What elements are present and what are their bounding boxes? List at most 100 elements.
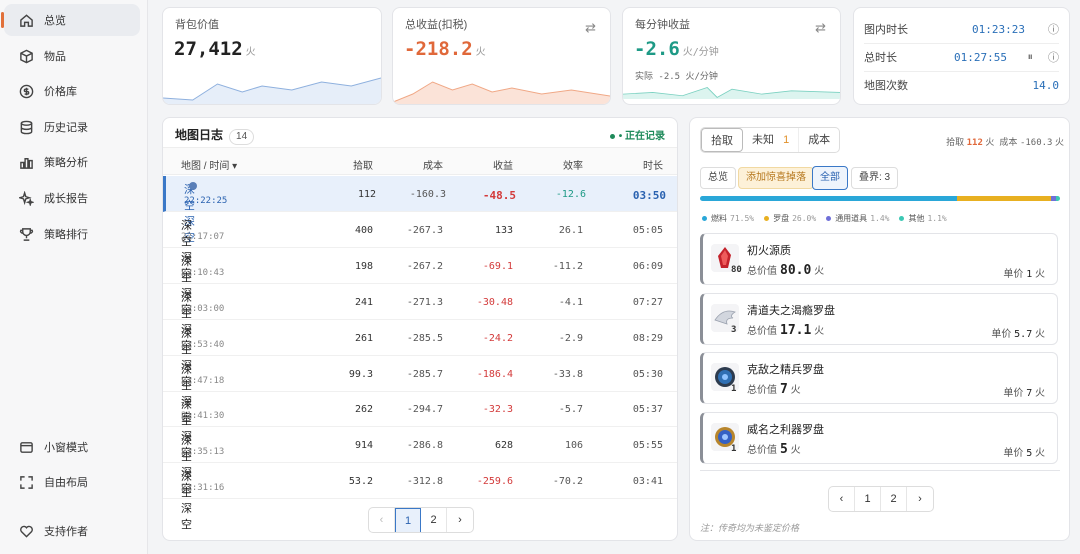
total-duration-row: 总时长 01:27:55 ⏸ ⓘ <box>864 44 1059 70</box>
cost-value: -286.8 <box>406 440 443 452</box>
dollar-icon <box>18 83 34 99</box>
pick-value: 53.2 <box>348 476 373 488</box>
page-1-button[interactable]: 1 <box>395 508 421 532</box>
pause-icon[interactable]: ⏸ <box>1007 51 1034 64</box>
item-name: 威名之利器罗盘 <box>747 423 824 436</box>
table-row[interactable]: 深空 深空 21:41:30 262 -294.7 -32.3 -5.7 05:37 <box>163 391 677 459</box>
drop-item-card[interactable]: 3 清道夫之渴瘾罗盘 总价值 17.1 火 单价 5.7 火 <box>700 292 1058 345</box>
item-unit-price: 单价 5 火 <box>1003 447 1045 459</box>
sidebar-item-mini-window[interactable]: 小窗模式 <box>4 431 140 463</box>
pick-value: 198 <box>354 260 373 272</box>
per-minute-card: 每分钟收益 ⇄ -2.6 火/分钟 实际 -2.5 火/分钟 <box>622 7 841 105</box>
bag-value-card: 背包价值 27,412 火 <box>162 7 382 105</box>
sparkle-icon <box>18 190 34 206</box>
filter-overview[interactable]: 总览 <box>700 167 736 189</box>
table-row[interactable]: 深空 深空 21:35:13 914 -286.8 628 106 05:55 <box>163 427 677 495</box>
next-page-button[interactable]: › <box>907 487 933 511</box>
current-map-icon <box>189 182 197 190</box>
drop-item-card[interactable]: 80 初火源质 总价值 80.0 火 单价 1 火 <box>700 233 1058 285</box>
swap-icon[interactable]: ⇄ <box>585 20 596 36</box>
map-time: 22:17:07 <box>181 231 225 242</box>
tab-cost[interactable]: 成本 <box>799 128 839 152</box>
drops-tabs: 拾取 未知 1 成本 <box>700 127 841 153</box>
info-icon[interactable]: ⓘ <box>1025 21 1059 37</box>
map-time: 21:31:16 <box>181 483 225 494</box>
sidebar-item-free-layout[interactable]: 自由布局 <box>4 466 140 498</box>
sidebar-item-label: 策略排行 <box>44 229 88 241</box>
cost-value: -267.3 <box>406 224 443 236</box>
sidebar-item-history[interactable]: 历史记录 <box>4 111 140 143</box>
sidebar-item-label: 成长报告 <box>44 193 88 205</box>
drop-item-card[interactable]: 1 威名之利器罗盘 总价值 5 火 单价 5 火 <box>700 411 1058 464</box>
tab-pick[interactable]: 拾取 <box>701 128 743 152</box>
item-name: 初火源质 <box>747 245 791 257</box>
sidebar-item-growth-report[interactable]: 成长报告 <box>4 182 140 214</box>
sidebar-item-support[interactable]: 支持作者 <box>4 515 140 547</box>
map-count-label: 地图次数 <box>864 80 908 92</box>
efficiency-value: -12.6 <box>555 189 586 200</box>
map-log-panel: 地图日志 14 • 正在记录 地图 / 时间 ▾ 拾取 成本 收益 效率 时长 深… <box>162 117 678 541</box>
table-row[interactable]: 深空 深空 21:47:18 99.3 -285.7 -186.4 -33.8 05:30 <box>163 356 677 424</box>
pick-value: 241 <box>354 296 373 308</box>
page-1-button[interactable]: 1 <box>855 487 881 511</box>
table-row[interactable]: 深空 深空 22:22:25 112 -160.3 -48.5 -12.6 03:50 <box>163 176 677 244</box>
map-time: 21:47:18 <box>181 375 225 386</box>
pick-value: 261 <box>354 332 373 344</box>
drops-pager: ‹ 1 2 › <box>828 486 934 512</box>
prev-page-button[interactable]: ‹ <box>369 508 395 532</box>
info-icon[interactable]: ⓘ <box>1033 49 1059 65</box>
next-page-button[interactable]: › <box>447 508 473 532</box>
map-time: 22:10:43 <box>181 267 225 278</box>
per-minute-label: 每分钟收益 <box>635 19 690 31</box>
duration-value: 07:27 <box>632 296 663 308</box>
sidebar-item-strategy-analysis[interactable]: 策略分析 <box>4 146 140 178</box>
total-income-card: 总收益(扣税) ⇄ -218.2 火 <box>392 7 611 105</box>
sidebar-item-items[interactable]: 物品 <box>4 40 140 72</box>
pick-value: 914 <box>354 440 373 452</box>
map-time: 21:41:30 <box>181 411 225 422</box>
legend-entry: 罗盘 26.0% <box>764 213 816 224</box>
item-name: 克敌之精兵罗盘 <box>747 364 824 376</box>
table-row[interactable]: 深空 深空 21:53:40 261 -285.5 -24.2 -2.9 08:29 <box>163 320 677 388</box>
col-cost: 成本 <box>423 161 443 172</box>
table-row[interactable]: 深空 深空 22:03:00 241 -271.3 -30.48 -4.1 07:27 <box>163 284 677 352</box>
map-count-row: 地图次数 14.0 <box>864 72 1059 98</box>
sidebar-item-label: 价格库 <box>44 86 77 98</box>
in-map-duration-value: 01:23:23 <box>972 22 1025 36</box>
cost-value: -267.2 <box>406 260 443 272</box>
filter-world-layer[interactable]: 叠界: 3 <box>851 167 899 189</box>
duration-value: 06:09 <box>632 260 663 272</box>
sidebar-item-price-library[interactable]: 价格库 <box>4 75 140 107</box>
cost-value: -271.3 <box>406 296 443 308</box>
income-value: -69.1 <box>482 260 513 272</box>
timers-card: 图内时长 01:23:23 ⓘ 总时长 01:27:55 ⏸ ⓘ 地图次数 14… <box>853 7 1070 105</box>
efficiency-value: 26.1 <box>558 224 583 236</box>
page-2-button[interactable]: 2 <box>881 487 907 511</box>
swap-icon[interactable]: ⇄ <box>815 20 826 36</box>
sidebar-item-strategy-ranking[interactable]: 策略排行 <box>4 218 140 250</box>
col-map-time[interactable]: 地图 / 时间 ▾ <box>181 157 237 172</box>
page-2-button[interactable]: 2 <box>421 508 447 532</box>
efficiency-value: -4.1 <box>558 296 583 308</box>
drop-item-card[interactable]: 1 克敌之精兵罗盘 总价值 7 火 单价 7 火 <box>700 352 1058 404</box>
sidebar-item-label: 历史记录 <box>44 122 88 134</box>
item-unit-price: 单价 5.7 火 <box>991 328 1045 340</box>
table-row[interactable]: 深空 深空 21:31:16 53.2 -312.8 -259.6 -70.2 03:41 <box>163 463 677 531</box>
efficiency-value: -11.2 <box>552 260 583 272</box>
map-log-header: 地图 / 时间 ▾ 拾取 成本 收益 效率 时长 <box>163 147 677 175</box>
trophy-icon <box>18 226 34 242</box>
cost-value: -285.5 <box>406 332 443 344</box>
tab-unknown[interactable]: 未知 1 <box>743 128 800 152</box>
table-row[interactable]: 深空 深空 22:17:07 400 -267.3 133 26.1 05:05 <box>163 212 677 280</box>
efficiency-value: -2.9 <box>558 332 583 344</box>
filter-all[interactable]: 全部 <box>812 166 848 190</box>
efficiency-value: 106 <box>564 440 583 452</box>
item-total: 总价值 17.1 火 <box>747 322 825 338</box>
prev-page-button[interactable]: ‹ <box>829 487 855 511</box>
drop-distribution-bar <box>700 196 1060 201</box>
table-row[interactable]: 深空 深空 22:10:43 198 -267.2 -69.1 -11.2 06:09 <box>163 248 677 316</box>
sidebar-item-overview[interactable]: 总览 <box>1 4 140 36</box>
add-surprise-drop-button[interactable]: 添加惊喜掉落 <box>738 167 814 189</box>
per-minute-value: -2.6 火/分钟 <box>634 38 719 60</box>
col-duration: 时长 <box>643 161 663 172</box>
